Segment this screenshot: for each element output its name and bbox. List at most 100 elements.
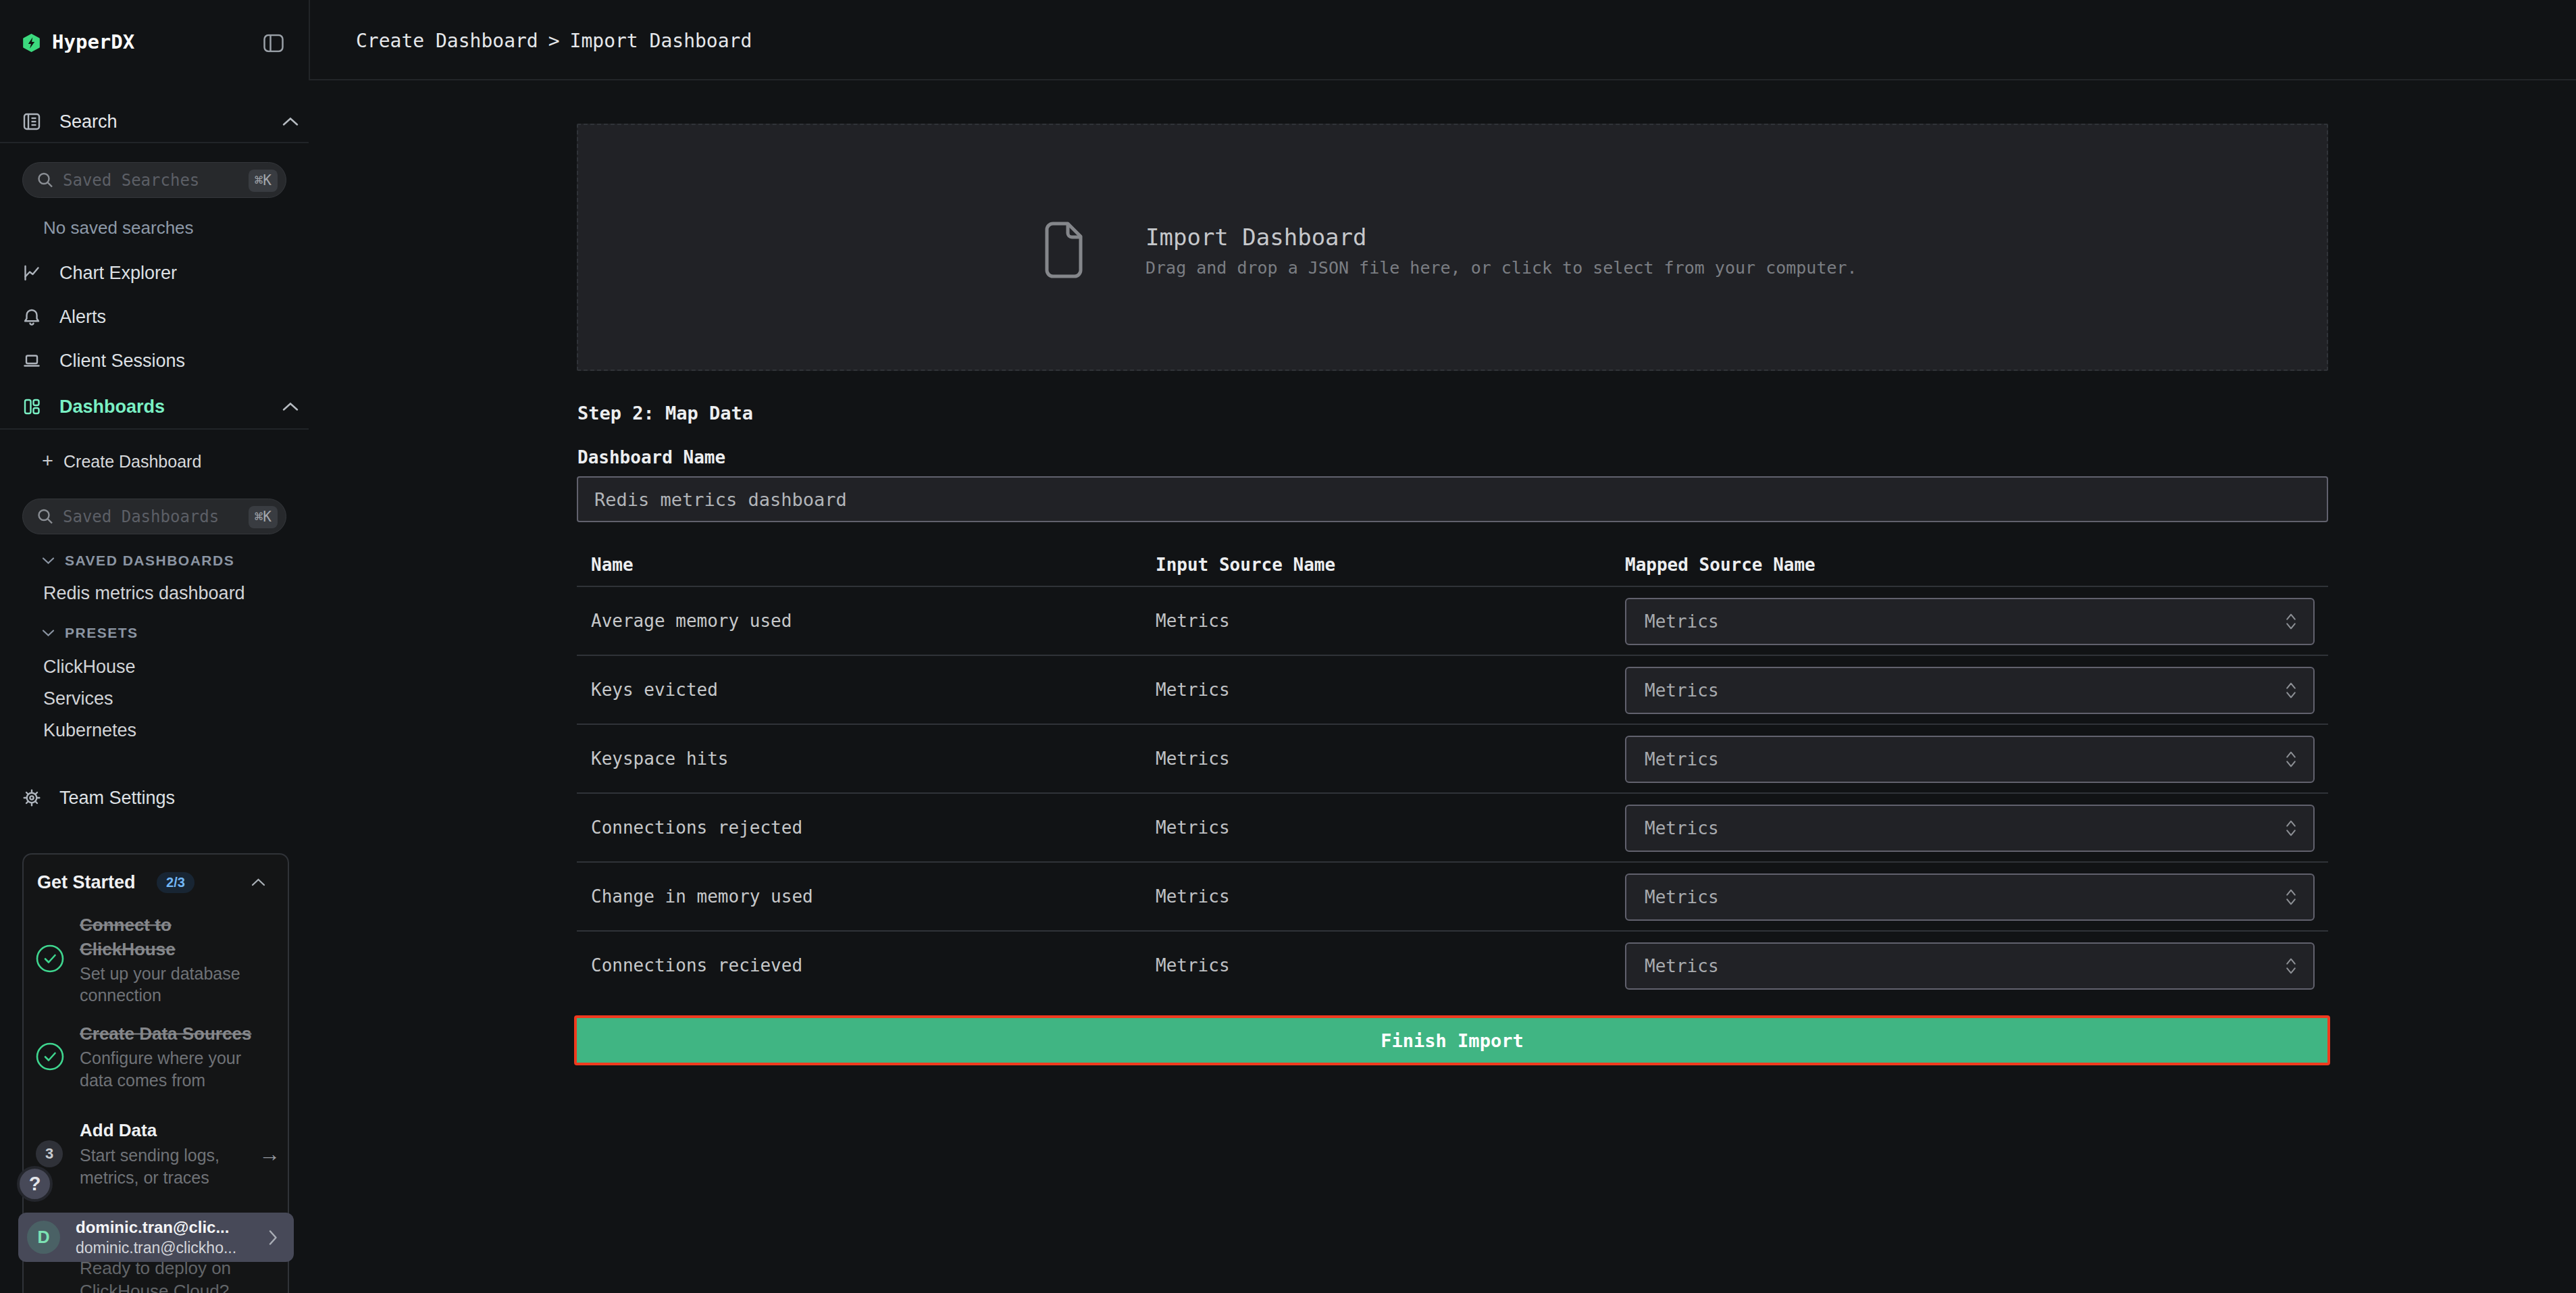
row-input-source: Metrics bbox=[1156, 886, 1230, 907]
presets-section-label: PRESETS bbox=[65, 625, 138, 641]
import-dropzone[interactable]: Import Dashboard Drag and drop a JSON fi… bbox=[577, 124, 2328, 371]
check-circle-icon bbox=[36, 944, 64, 973]
dropzone-title: Import Dashboard bbox=[1145, 224, 1367, 251]
check-circle-icon bbox=[36, 1042, 64, 1071]
avatar: D bbox=[27, 1221, 60, 1254]
plus-icon: + bbox=[42, 450, 53, 472]
sidebar-item-clickhouse[interactable]: ClickHouse bbox=[43, 657, 136, 678]
row-input-source: Metrics bbox=[1156, 817, 1230, 838]
select-chevrons-icon bbox=[2285, 681, 2297, 700]
client-sessions-label: Client Sessions bbox=[59, 351, 185, 372]
client-sessions-laptop-icon bbox=[22, 351, 41, 370]
row-name: Change in memory used bbox=[591, 886, 813, 907]
search-section-icon bbox=[22, 112, 41, 131]
user-chip-chevron-right-icon bbox=[269, 1230, 278, 1246]
breadcrumb-import-dashboard[interactable]: Import Dashboard bbox=[570, 30, 752, 52]
gs-item1-desc-line2: connection bbox=[80, 986, 161, 1005]
saved-searches-kbd: ⌘K bbox=[249, 170, 278, 192]
gs-item4-title-line2: ClickHouse Cloud? bbox=[80, 1281, 229, 1293]
row-input-source: Metrics bbox=[1156, 611, 1230, 631]
help-button[interactable]: ? bbox=[17, 1166, 53, 1202]
search-chevron-up-icon bbox=[282, 118, 299, 126]
alerts-bell-icon bbox=[22, 307, 41, 326]
breadcrumb-create-dashboard[interactable]: Create Dashboard bbox=[356, 30, 538, 52]
get-started-progress-badge: 2/3 bbox=[157, 872, 195, 893]
sidebar-item-dashboards[interactable]: Dashboards bbox=[0, 385, 309, 428]
user-email: dominic.tran@clickho... bbox=[76, 1239, 236, 1257]
saved-dashboards-section-label: SAVED DASHBOARDS bbox=[65, 553, 234, 569]
row-input-source: Metrics bbox=[1156, 749, 1230, 769]
gs-item1-desc-line1: Set up your database bbox=[80, 964, 240, 984]
select-chevrons-icon bbox=[2285, 750, 2297, 769]
team-settings-label: Team Settings bbox=[59, 788, 175, 809]
saved-searches-input[interactable] bbox=[63, 163, 225, 197]
presets-section-header[interactable]: PRESETS bbox=[0, 617, 309, 649]
finish-import-button[interactable]: Finish Import bbox=[574, 1015, 2330, 1065]
user-name: dominic.tran@clic... bbox=[76, 1218, 229, 1237]
select-chevrons-icon bbox=[2285, 612, 2297, 631]
row-name: Connections recieved bbox=[591, 955, 802, 975]
saved-dashboards-kbd: ⌘K bbox=[249, 506, 278, 528]
sidebar-item-search[interactable]: Search bbox=[0, 100, 309, 143]
select-chevrons-icon bbox=[2285, 819, 2297, 838]
sidebar-item-chart-explorer[interactable]: Chart Explorer bbox=[0, 251, 309, 295]
get-started-title: Get Started bbox=[37, 872, 136, 893]
gs-item3-title[interactable]: Add Data bbox=[80, 1120, 157, 1141]
dashboard-name-label: Dashboard Name bbox=[577, 447, 725, 467]
saved-dashboards-section-header[interactable]: SAVED DASHBOARDS bbox=[0, 544, 309, 577]
gear-icon bbox=[22, 788, 41, 807]
sidebar-item-alerts[interactable]: Alerts bbox=[0, 295, 309, 338]
saved-searches-search[interactable]: ⌘K bbox=[22, 162, 286, 198]
mapped-source-select[interactable]: Metrics bbox=[1625, 667, 2315, 714]
gs-item2-desc-line2: data comes from bbox=[80, 1071, 205, 1090]
mapped-source-select[interactable]: Metrics bbox=[1625, 942, 2315, 990]
mapped-source-select[interactable]: Metrics bbox=[1625, 873, 2315, 921]
dashboard-name-field[interactable] bbox=[577, 476, 2328, 522]
table-header-mapped-source: Mapped Source Name bbox=[1625, 555, 1815, 575]
sidebar-item-kubernetes[interactable]: Kubernetes bbox=[43, 720, 136, 741]
dashboards-chevron-up-icon bbox=[282, 403, 299, 411]
sidebar: HyperDX Search ⌘K No saved searches Char… bbox=[0, 0, 309, 1293]
file-icon bbox=[1044, 222, 1083, 278]
sidebar-item-services[interactable]: Services bbox=[43, 688, 113, 709]
saved-dashboards-input[interactable] bbox=[63, 499, 225, 534]
gs-item2-desc-line1: Configure where your bbox=[80, 1048, 241, 1068]
sidebar-item-client-sessions[interactable]: Client Sessions bbox=[0, 339, 309, 382]
create-dashboard-label: Create Dashboard bbox=[63, 452, 201, 472]
saved-dashboards-search[interactable]: ⌘K bbox=[22, 499, 286, 534]
dashboard-name-input[interactable] bbox=[594, 478, 2283, 521]
sidebar-item-redis-dashboard[interactable]: Redis metrics dashboard bbox=[43, 583, 245, 604]
mapped-source-select[interactable]: Metrics bbox=[1625, 805, 2315, 852]
sidebar-divider-2 bbox=[0, 428, 309, 430]
section-chevron-down-icon bbox=[42, 557, 55, 565]
select-chevrons-icon bbox=[2285, 957, 2297, 975]
mapped-source-select[interactable]: Metrics bbox=[1625, 736, 2315, 783]
user-chip[interactable]: D dominic.tran@clic... dominic.tran@clic… bbox=[18, 1213, 294, 1262]
create-dashboard-button[interactable]: + Create Dashboard bbox=[0, 440, 309, 483]
dashboards-label: Dashboards bbox=[59, 397, 165, 417]
alerts-label: Alerts bbox=[59, 307, 106, 328]
gs-item3-desc-line1: Start sending logs, bbox=[80, 1146, 220, 1165]
row-input-source: Metrics bbox=[1156, 680, 1230, 700]
row-name: Average memory used bbox=[591, 611, 792, 631]
sidebar-divider-1 bbox=[0, 142, 309, 143]
finish-import-label: Finish Import bbox=[1381, 1030, 1523, 1051]
gs-item3-arrow-icon[interactable]: → bbox=[259, 1142, 280, 1167]
table-header-name: Name bbox=[591, 555, 634, 575]
row-name: Keyspace hits bbox=[591, 749, 729, 769]
get-started-chevron-up-icon[interactable] bbox=[251, 878, 265, 886]
step-label: Step 2: Map Data bbox=[577, 403, 753, 424]
table-header-rule bbox=[577, 586, 2328, 587]
collapse-sidebar-icon[interactable] bbox=[263, 34, 284, 53]
chart-explorer-icon bbox=[22, 263, 41, 282]
breadcrumb: Create Dashboard>Import Dashboard bbox=[356, 30, 752, 52]
gs-item1-title-line2: ClickHouse bbox=[80, 939, 176, 960]
dropzone-subtitle: Drag and drop a JSON file here, or click… bbox=[1145, 258, 1857, 278]
mapped-source-select[interactable]: Metrics bbox=[1625, 598, 2315, 645]
sidebar-item-team-settings[interactable]: Team Settings bbox=[0, 776, 309, 819]
gs-item3-desc-line2: metrics, or traces bbox=[80, 1168, 209, 1188]
search-label: Search bbox=[59, 111, 118, 132]
no-saved-searches-note: No saved searches bbox=[43, 218, 194, 238]
select-chevrons-icon bbox=[2285, 888, 2297, 907]
app-title: HyperDX bbox=[52, 30, 134, 53]
